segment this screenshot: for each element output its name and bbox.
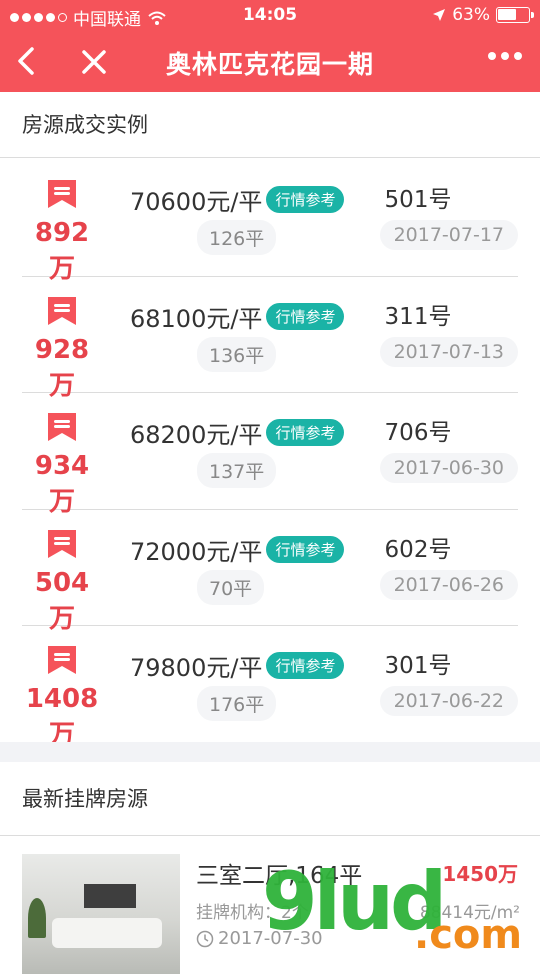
clock-icon (196, 930, 214, 947)
deal-total-price: 1408万 (25, 684, 99, 750)
deal-total-price: 892万 (34, 218, 90, 284)
deal-list: 892万 70600元/平 行情参考 126平 501号 2017-07-17 928万 68… (0, 160, 540, 750)
market-reference-badge: 行情参考 (266, 652, 345, 679)
deal-area: 70平 (197, 569, 265, 605)
deal-price-line: 72000元/平 行情参考 (130, 532, 345, 567)
market-reference-badge: 行情参考 (266, 186, 345, 213)
deals-section-title: 房源成交实例 (0, 92, 540, 158)
deal-unit-price: 79800元/平 (130, 654, 263, 682)
deal-date: 2017-07-17 (379, 220, 518, 250)
status-right: 63% (432, 5, 534, 25)
deal-area: 136平 (197, 336, 277, 372)
deal-unit-number: 301号 (384, 653, 452, 679)
deal-price-line: 68100元/平 行情参考 (130, 299, 345, 334)
deal-date: 2017-06-26 (379, 569, 518, 600)
deal-unit-number: 706号 (384, 420, 452, 446)
deal-total-price: 934万 (34, 451, 90, 517)
watermark-suffix: .com (414, 912, 523, 958)
deal-unit-price: 72000元/平 (130, 537, 263, 566)
ribbon-tag-icon (48, 529, 76, 558)
deal-total-price: 504万 (34, 567, 90, 634)
ribbon-tag-icon (48, 296, 76, 325)
deal-row[interactable]: 928万 68100元/平 行情参考 136平 311号 2017-07-13 (22, 277, 518, 401)
deal-area: 137平 (197, 453, 277, 488)
status-bar: 中国联通 14:05 63% (0, 0, 540, 32)
section-divider (0, 742, 540, 762)
nav-bar: 奥林匹克花园一期 (0, 32, 540, 92)
deal-unit-number: 602号 (384, 536, 452, 563)
market-reference-badge: 行情参考 (266, 535, 345, 563)
ribbon-tag-icon (48, 413, 76, 441)
battery-icon (496, 7, 534, 23)
deal-unit-number: 311号 (384, 303, 452, 330)
deal-unit-price: 70600元/平 (130, 188, 263, 216)
more-options-icon[interactable] (488, 52, 522, 60)
deal-total-price: 928万 (34, 334, 90, 401)
deal-price-line: 68200元/平 行情参考 (130, 415, 345, 450)
deal-area: 176平 (197, 686, 277, 721)
deal-price-line: 79800元/平 行情参考 (130, 648, 345, 683)
deal-date: 2017-06-30 (379, 453, 518, 483)
deal-price-line: 70600元/平 行情参考 (130, 182, 345, 217)
deal-date: 2017-06-22 (379, 686, 518, 716)
listings-section-title: 最新挂牌房源 (0, 762, 540, 836)
ribbon-tag-icon (48, 646, 76, 674)
header-bar: 中国联通 14:05 63% 奥林匹克花园一期 (0, 0, 540, 92)
deal-unit-price: 68100元/平 (130, 304, 263, 333)
ribbon-tag-icon (48, 180, 76, 208)
battery-level (498, 9, 517, 20)
market-reference-badge: 行情参考 (266, 419, 345, 446)
deal-row[interactable]: 504万 72000元/平 行情参考 70平 602号 2017-06-26 (22, 510, 518, 634)
battery-percent: 63% (452, 5, 490, 25)
deal-row[interactable]: 892万 70600元/平 行情参考 126平 501号 2017-07-17 (22, 160, 518, 284)
deal-unit-number: 501号 (384, 187, 452, 213)
location-arrow-icon (433, 9, 446, 21)
listing-price: 1450万 (442, 862, 518, 886)
market-reference-badge: 行情参考 (266, 302, 345, 330)
page-title: 奥林匹克花园一期 (165, 50, 374, 79)
deal-unit-price: 68200元/平 (130, 421, 263, 449)
deal-row[interactable]: 934万 68200元/平 行情参考 137平 706号 2017-06-30 (22, 393, 518, 517)
deal-row[interactable]: 1408万 79800元/平 行情参考 176平 301号 2017-06-22 (22, 626, 518, 750)
deal-area: 126平 (197, 220, 277, 255)
deal-date: 2017-07-13 (379, 336, 518, 367)
listing-photo (22, 854, 180, 974)
